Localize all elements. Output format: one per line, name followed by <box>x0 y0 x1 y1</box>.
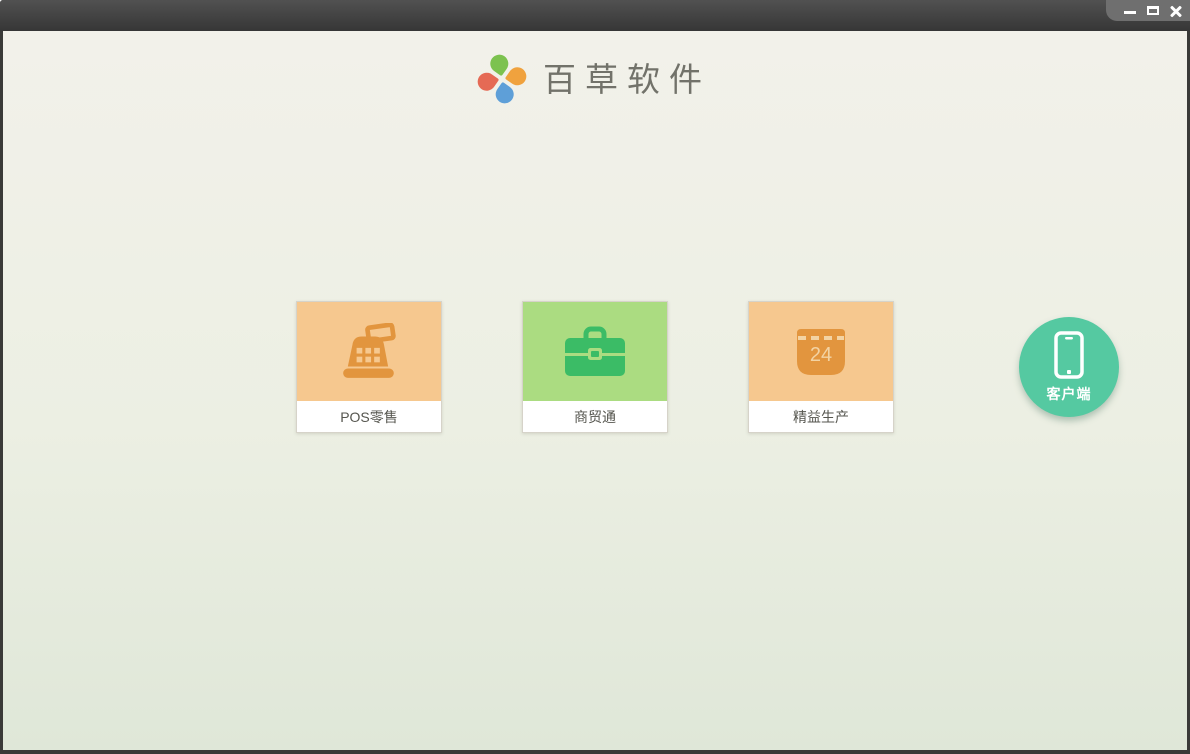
product-card-pos-retail[interactable]: POS零售 <box>296 301 442 433</box>
product-card-trade[interactable]: 商贸通 <box>522 301 668 433</box>
lean-production-tile: 24 <box>749 302 893 401</box>
smartphone-icon <box>1054 330 1084 379</box>
calendar-day-number: 24 <box>810 344 832 366</box>
product-label: POS零售 <box>297 401 441 432</box>
minimize-icon <box>1124 10 1136 14</box>
minimize-button[interactable] <box>1123 4 1137 18</box>
maximize-button[interactable] <box>1146 4 1160 18</box>
client-button[interactable]: 客户端 <box>1019 317 1119 417</box>
trade-tile <box>523 302 667 401</box>
briefcase-icon <box>565 326 625 376</box>
maximize-icon <box>1147 6 1159 15</box>
titlebar[interactable] <box>0 0 1190 31</box>
app-window: 百草软件 POS零售 商贸通 24 精益生产 客户端 <box>0 0 1190 754</box>
app-logo: 百草软件 <box>3 51 1187 107</box>
product-label: 商贸通 <box>523 401 667 432</box>
client-button-label: 客户端 <box>1046 385 1092 402</box>
pinwheel-icon <box>474 51 530 107</box>
cash-register-icon <box>343 322 396 378</box>
close-icon <box>1170 5 1182 17</box>
product-card-lean-production[interactable]: 24 精益生产 <box>748 301 894 433</box>
app-title: 百草软件 <box>543 59 711 99</box>
pinwheel-petal-blue <box>492 81 518 107</box>
calendar-icon: 24 <box>797 328 845 375</box>
main-content: 百草软件 POS零售 商贸通 24 精益生产 客户端 <box>3 31 1187 750</box>
product-label: 精益生产 <box>749 401 893 432</box>
pos-retail-tile <box>297 302 441 401</box>
close-button[interactable] <box>1169 4 1183 18</box>
window-controls <box>1106 0 1190 21</box>
